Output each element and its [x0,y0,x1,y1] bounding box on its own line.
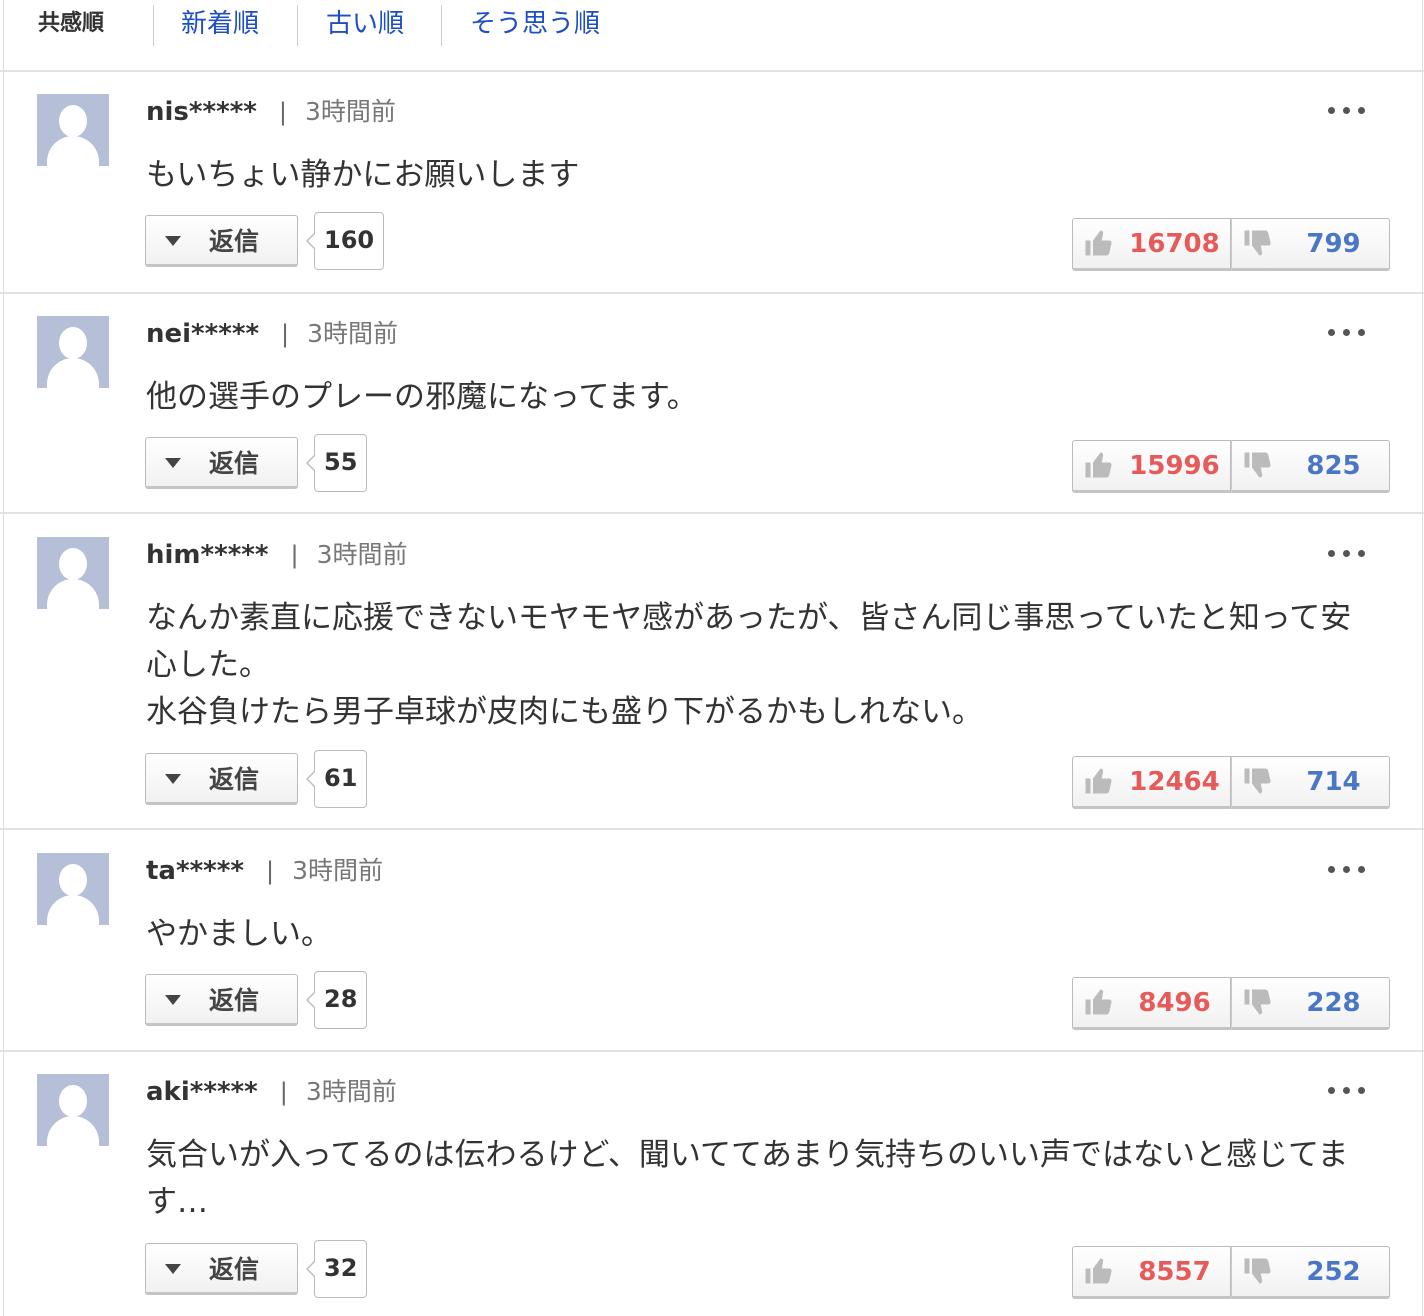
disagree-count: 825 [1306,451,1361,481]
tab-divider [153,5,154,46]
avatar [37,316,109,388]
disagree-button[interactable]: 228 [1231,977,1390,1030]
thumbs-down-icon [1244,452,1271,478]
username[interactable]: nis***** [146,97,257,127]
meta-separator: | [290,541,299,569]
timestamp: 3時間前 [304,97,396,126]
caret-down-icon [165,458,181,468]
timestamp: 3時間前 [307,319,399,348]
caret-down-icon [165,1264,181,1274]
thumbs-down-icon [1244,230,1271,256]
agree-button[interactable]: 15996 [1072,440,1231,493]
thumbs-up-icon [1085,989,1112,1015]
disagree-button[interactable]: 252 [1231,1246,1390,1299]
timestamp: 3時間前 [305,1077,397,1106]
comment-text: 気合いが入ってるのは伝わるけど、聞いててあまり気持ちのいい声ではないと感じてます… [146,1137,1349,1220]
disagree-button[interactable]: 799 [1231,218,1390,271]
thumbs-down-icon [1244,989,1271,1015]
comment-meta: ta***** | 3時間前 [146,851,383,891]
thumbs-down-icon [1244,1258,1271,1284]
thumbs-up-icon [1085,1258,1112,1284]
tab-divider [441,5,442,46]
reply-button[interactable]: 返信 [145,753,298,805]
agree-button[interactable]: 16708 [1072,218,1231,271]
avatar [37,1074,109,1146]
agree-button[interactable]: 12464 [1072,756,1231,809]
more-options-icon[interactable] [1328,1080,1366,1100]
comment-text: もいちょい静かにお願いします [146,157,580,193]
caret-down-icon [165,774,181,784]
comment-item: ta***** | 3時間前 やかましい。 返信 28 8496 228 [0,830,1424,1052]
comment-meta: aki***** | 3時間前 [146,1072,397,1112]
username[interactable]: nei***** [146,319,259,349]
reply-count: 160 [305,212,385,270]
tab-agree-order[interactable]: そう思う順 [470,6,600,46]
comment-item: nis***** | 3時間前 もいちょい静かにお願いします 返信 160 1670… [0,70,1424,294]
reply-count: 61 [305,750,368,808]
agree-count: 16708 [1129,229,1220,259]
comment-text: なんか素直に応援できないモヤモヤ感があったが、皆さん同じ事思っていたと知って安心… [146,600,1352,730]
sort-bar: 共感順 新着順 古い順 そう思う順 [0,0,1424,72]
reply-label: 返信 [209,765,260,794]
reply-label: 返信 [209,227,260,256]
meta-separator: | [278,98,287,126]
more-options-icon[interactable] [1328,100,1366,120]
comment-meta: nei***** | 3時間前 [146,314,398,354]
agree-button[interactable]: 8557 [1072,1246,1231,1299]
agree-count: 8496 [1138,988,1211,1018]
more-options-icon[interactable] [1328,543,1366,563]
disagree-button[interactable]: 714 [1231,756,1390,809]
reply-label: 返信 [209,1255,260,1284]
thumbs-up-icon [1085,230,1112,256]
reply-count: 55 [305,434,368,492]
comment-text: やかましい。 [146,916,332,952]
comment-text: 他の選手のプレーの邪魔になってます。 [146,379,698,415]
agree-button[interactable]: 8496 [1072,977,1231,1030]
comment-item: aki***** | 3時間前 気合いが入ってるのは伝わるけど、聞いててあまり気持ち… [0,1052,1424,1316]
reply-button[interactable]: 返信 [145,1243,298,1295]
more-options-icon[interactable] [1328,859,1366,879]
avatar [37,853,109,925]
reply-label: 返信 [209,449,260,478]
timestamp: 3時間前 [292,856,383,885]
disagree-count: 799 [1306,229,1361,259]
meta-separator: | [279,1078,288,1106]
tab-empathy-order[interactable]: 共感順 [38,6,104,46]
tab-oldest-order[interactable]: 古い順 [326,6,404,46]
reply-label: 返信 [209,986,260,1015]
disagree-count: 714 [1306,767,1361,797]
agree-count: 15996 [1129,451,1220,481]
disagree-button[interactable]: 825 [1231,440,1390,493]
reply-button[interactable]: 返信 [145,437,298,489]
reply-button[interactable]: 返信 [145,974,298,1026]
reply-button[interactable]: 返信 [145,215,298,267]
username[interactable]: aki***** [146,1077,258,1107]
disagree-count: 228 [1306,988,1361,1018]
caret-down-icon [165,995,181,1005]
comment-item: nei***** | 3時間前 他の選手のプレーの邪魔になってます。 返信 55 1… [0,292,1424,514]
more-options-icon[interactable] [1328,322,1366,342]
avatar [37,94,109,166]
tab-newest-order[interactable]: 新着順 [181,6,259,46]
avatar [37,537,109,609]
comment-meta: nis***** | 3時間前 [146,92,396,132]
timestamp: 3時間前 [316,540,408,569]
comment-item: him***** | 3時間前 なんか素直に応援できないモヤモヤ感があったが、皆さん… [0,514,1424,830]
comment-meta: him***** | 3時間前 [146,535,408,575]
meta-separator: | [265,857,275,885]
username[interactable]: him***** [146,540,269,570]
disagree-count: 252 [1306,1257,1361,1287]
meta-separator: | [281,320,290,348]
thumbs-up-icon [1085,768,1112,794]
reply-count: 28 [305,971,368,1029]
tab-divider [297,5,298,46]
agree-count: 12464 [1129,767,1220,797]
reply-count: 32 [305,1240,368,1298]
caret-down-icon [165,236,181,246]
agree-count: 8557 [1138,1257,1211,1287]
thumbs-up-icon [1085,452,1112,478]
thumbs-down-icon [1244,768,1271,794]
username[interactable]: ta***** [146,856,244,886]
